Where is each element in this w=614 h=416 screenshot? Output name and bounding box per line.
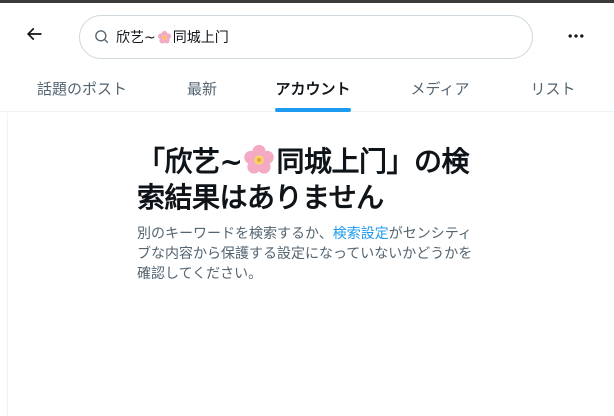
search-query-text-after: 同城上门	[172, 30, 229, 46]
tab-media[interactable]: メディア	[395, 66, 485, 111]
more-button[interactable]	[560, 20, 592, 52]
tab-top[interactable]: 話題のポスト	[22, 66, 142, 111]
search-icon	[95, 30, 109, 44]
cherry-blossom-icon	[244, 144, 275, 174]
tab-label: リスト	[530, 80, 576, 98]
search-query-text-before: 欣艺~	[116, 30, 156, 46]
tab-accounts[interactable]: アカウント	[263, 66, 363, 111]
search-query[interactable]: 欣艺~ 同城上门	[116, 27, 229, 47]
tab-latest[interactable]: 最新	[171, 66, 233, 111]
cherry-blossom-icon	[157, 30, 171, 43]
empty-state: 「欣艺~ 同城上门」の検索結果はありません 別のキーワードを検索するか、検索設定…	[137, 143, 477, 284]
empty-state-title: 「欣艺~ 同城上门」の検索結果はありません	[137, 143, 477, 216]
back-button[interactable]	[18, 18, 50, 50]
tab-label: アカウント	[275, 80, 351, 98]
empty-state-description: 別のキーワードを検索するか、検索設定がセンシティブな内容から保護する設定になって…	[137, 224, 477, 284]
column-divider	[7, 113, 8, 416]
more-horizontal-icon	[568, 34, 584, 38]
tab-label: メディア	[410, 80, 470, 98]
search-tabs: 話題のポスト 最新 アカウント メディア リスト	[0, 66, 614, 112]
tab-label: 話題のポスト	[36, 80, 127, 98]
tab-lists[interactable]: リスト	[515, 66, 591, 111]
tab-label: 最新	[186, 80, 217, 98]
search-input[interactable]: 欣艺~ 同城上门	[79, 15, 533, 59]
search-header: 欣艺~ 同城上门	[0, 6, 614, 66]
search-results-page: 欣艺~ 同城上门 話題のポスト 最新 アカウント メディア リスト 「欣艺~ 同…	[0, 0, 614, 416]
search-settings-link[interactable]: 検索設定	[333, 226, 389, 242]
active-tab-indicator	[275, 108, 351, 112]
arrow-left-icon	[26, 27, 42, 41]
empty-title-text-before: 「欣艺~	[137, 145, 243, 178]
empty-desc-text-before: 別のキーワードを検索するか、	[137, 226, 333, 242]
